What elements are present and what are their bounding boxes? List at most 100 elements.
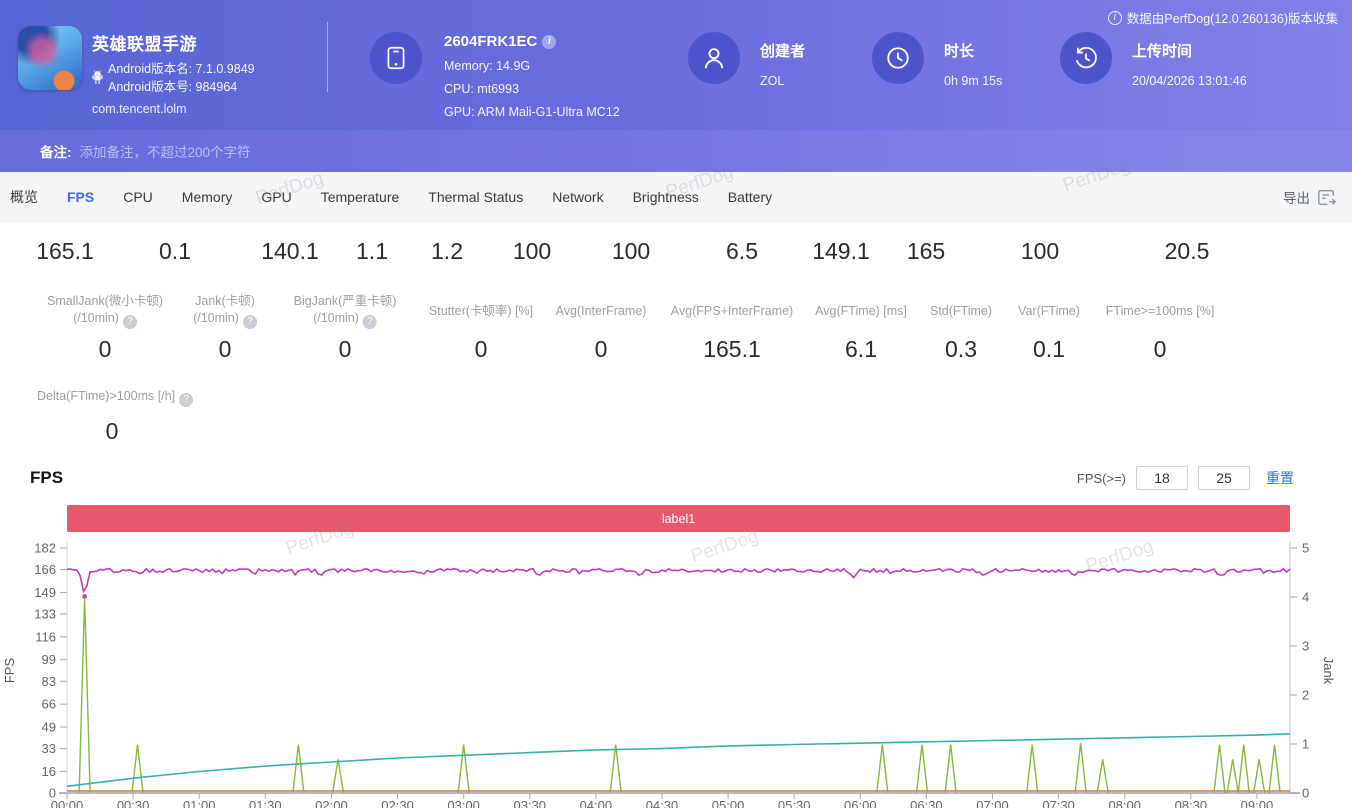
svg-text:149: 149 — [34, 585, 56, 600]
tab-thermal-status[interactable]: Thermal Status — [428, 189, 523, 205]
stat-value: 165.1 — [36, 238, 94, 265]
svg-text:16: 16 — [42, 764, 56, 779]
svg-text:66: 66 — [42, 697, 56, 712]
note-input-bar[interactable]: 备注: 添加备注，不超过200个字符 — [0, 130, 1352, 172]
duration-icon-circle — [872, 32, 924, 84]
tab-gpu[interactable]: GPU — [261, 189, 291, 205]
note-label: 备注: — [40, 141, 72, 161]
svg-text:0: 0 — [1302, 786, 1309, 801]
fps-threshold-input-1[interactable] — [1136, 466, 1188, 490]
stat-label: Avg(FTime) [ms] — [815, 303, 907, 320]
stat-label: Var(FTime) — [1018, 303, 1080, 320]
stat-label: FTime>=100ms [%] — [1106, 303, 1215, 320]
app-title: 英雄联盟手游 — [92, 30, 255, 55]
stat-value: 6.5 — [726, 238, 758, 265]
fps-filter-label: FPS(>=) — [1077, 471, 1126, 486]
stat-label: Stutter(卡顿率) [%] — [429, 303, 533, 320]
stat-value: 1.2 — [431, 238, 463, 265]
stat-value: 6.1 — [845, 336, 877, 363]
svg-text:05:30: 05:30 — [778, 798, 811, 808]
stat-value: 0 — [475, 336, 488, 363]
tab-bar: 概览 FPS CPU Memory GPU Temperature Therma… — [0, 172, 1352, 222]
svg-text:06:30: 06:30 — [910, 798, 943, 808]
android-version-code: Android版本号: 984964 — [108, 78, 255, 96]
app-icon — [18, 26, 82, 90]
tab-network[interactable]: Network — [552, 189, 603, 205]
svg-text:04:00: 04:00 — [580, 798, 613, 808]
tab-overview[interactable]: 概览 — [10, 187, 38, 207]
help-icon[interactable]: ? — [363, 315, 377, 329]
stat-value: 100 — [612, 238, 650, 265]
stat-value: 100 — [513, 238, 551, 265]
svg-text:02:30: 02:30 — [381, 798, 414, 808]
stat-value: 140.1 — [261, 238, 319, 265]
stat-value: 0 — [106, 418, 119, 445]
stat-value: 165.1 — [703, 336, 761, 363]
svg-text:FPS: FPS — [2, 658, 17, 684]
chart-label-banner: label1 — [67, 505, 1290, 532]
reset-button[interactable]: 重置 — [1266, 468, 1294, 488]
creator-value: ZOL — [760, 74, 805, 88]
report-header: i 数据由PerfDog(12.0.260136)版本收集 英雄联盟手游 And… — [0, 0, 1352, 130]
svg-text:00:00: 00:00 — [51, 798, 84, 808]
stat-value: 0.1 — [159, 238, 191, 265]
fps-section-title: FPS — [30, 468, 63, 488]
device-memory: Memory: 14.9G — [444, 59, 620, 73]
stat-value: 0.1 — [1033, 336, 1065, 363]
stat-label: Avg(InterFrame) — [556, 303, 647, 320]
stat-value: 0 — [99, 336, 112, 363]
stat-value: 100 — [1021, 238, 1059, 265]
svg-text:00:30: 00:30 — [117, 798, 150, 808]
svg-text:08:30: 08:30 — [1175, 798, 1208, 808]
tab-fps[interactable]: FPS — [67, 189, 94, 205]
export-icon — [1317, 189, 1336, 206]
tab-battery[interactable]: Battery — [728, 189, 772, 205]
stat-value: 0 — [219, 336, 232, 363]
info-icon: i — [1108, 11, 1122, 25]
svg-text:03:00: 03:00 — [447, 798, 480, 808]
help-icon[interactable]: ? — [243, 315, 257, 329]
svg-text:09:00: 09:00 — [1241, 798, 1274, 808]
fps-threshold-input-2[interactable] — [1198, 466, 1250, 490]
phone-icon — [383, 45, 409, 71]
device-cpu: CPU: mt6993 — [444, 82, 620, 96]
stat-label: Std(FTime) — [930, 303, 992, 320]
svg-text:49: 49 — [42, 720, 56, 735]
svg-text:133: 133 — [34, 606, 56, 621]
upload-value: 20/04/2026 13:01:46 — [1132, 74, 1247, 88]
history-clock-icon — [1073, 45, 1099, 71]
upload-icon-circle — [1060, 32, 1112, 84]
duration-value: 0h 9m 15s — [944, 74, 1002, 88]
svg-text:83: 83 — [42, 674, 56, 689]
svg-text:5: 5 — [1302, 541, 1309, 556]
help-icon[interactable]: ? — [123, 315, 137, 329]
svg-text:1: 1 — [1302, 737, 1309, 752]
export-button[interactable]: 导出 — [1283, 172, 1336, 222]
stat-label: BigJank(严重卡顿) (/10min)? — [294, 293, 397, 329]
creator-label: 创建者 — [760, 40, 805, 61]
app-version-block: Android版本名: 7.1.0.9849 Android版本号: 98496… — [92, 60, 255, 96]
device-gpu: GPU: ARM Mali-G1-Ultra MC12 — [444, 105, 620, 119]
svg-text:3: 3 — [1302, 639, 1309, 654]
svg-text:99: 99 — [42, 652, 56, 667]
tab-temperature[interactable]: Temperature — [321, 189, 400, 205]
svg-text:07:00: 07:00 — [976, 798, 1009, 808]
svg-text:166: 166 — [34, 562, 56, 577]
device-info-icon[interactable]: i — [542, 35, 556, 49]
stat-value: 0 — [595, 336, 608, 363]
fps-chart: 016334966839911613314916618201234500:000… — [0, 540, 1352, 808]
stat-label: Delta(FTime)>100ms [/h]? — [37, 389, 193, 407]
duration-label: 时长 — [944, 40, 1002, 61]
tab-cpu[interactable]: CPU — [123, 189, 153, 205]
header-divider — [327, 22, 328, 92]
svg-text:2: 2 — [1302, 688, 1309, 703]
help-icon[interactable]: ? — [179, 393, 193, 407]
stat-label: Jank(卡顿) (/10min)? — [193, 293, 257, 329]
tab-brightness[interactable]: Brightness — [633, 189, 699, 205]
svg-text:33: 33 — [42, 741, 56, 756]
svg-text:07:30: 07:30 — [1042, 798, 1075, 808]
stat-value: 20.5 — [1165, 238, 1210, 265]
upload-label: 上传时间 — [1132, 40, 1247, 61]
stat-label: SmallJank(微小卡顿) (/10min)? — [47, 293, 163, 329]
tab-memory[interactable]: Memory — [182, 189, 233, 205]
